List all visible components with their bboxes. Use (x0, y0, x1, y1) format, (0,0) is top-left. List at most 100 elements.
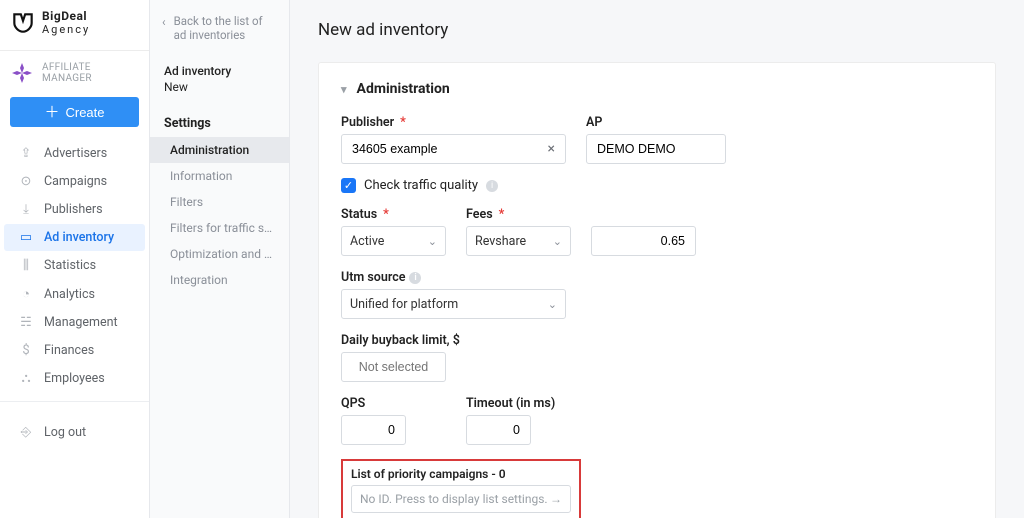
qps-input[interactable] (341, 415, 406, 445)
settings-item-filters-traffic[interactable]: Filters for traffic sour... (150, 215, 289, 241)
timeout-input[interactable] (466, 415, 531, 445)
nav-publishers[interactable]: ⤓ Publishers (4, 196, 145, 223)
settings-item-filters[interactable]: Filters (150, 189, 289, 215)
status-value: Active (350, 234, 384, 249)
chevron-down-icon: ⌄ (548, 298, 557, 311)
caret-down-icon: ▾ (341, 83, 347, 96)
nav-label: Campaigns (44, 174, 107, 189)
brand-name-1: BigDeal (42, 10, 90, 23)
utm-label: Utm source i (341, 270, 566, 285)
nav-analytics[interactable]: ◔ Analytics (4, 280, 145, 308)
settings-item-optimization[interactable]: Optimization and rules (150, 241, 289, 267)
info-icon[interactable]: i (486, 180, 498, 192)
logout-button[interactable]: ⎆ Log out (4, 419, 145, 446)
info-icon[interactable]: i (409, 272, 421, 284)
download-icon: ⤓ (18, 202, 34, 217)
target-icon: ⊙ (18, 174, 34, 189)
dbl-input[interactable] (341, 352, 446, 382)
nav-management[interactable]: ☵ Management (4, 309, 145, 336)
nav-label: Ad inventory (44, 230, 114, 245)
primary-nav: ⇪ Advertisers ⊙ Campaigns ⤓ Publishers ▭… (0, 139, 149, 393)
publisher-label: Publisher* (341, 115, 566, 130)
nav-label: Publishers (44, 202, 103, 217)
dbl-label: Daily buyback limit, $ (341, 333, 460, 348)
settings-item-administration[interactable]: Administration (150, 137, 289, 163)
priority-input[interactable]: No ID. Press to display list settings. → (351, 485, 571, 513)
chevron-down-icon: ⌄ (553, 235, 562, 248)
settings-item-information[interactable]: Information (150, 163, 289, 189)
upload-icon: ⇪ (18, 146, 34, 161)
utm-value: Unified for platform (350, 297, 458, 312)
inventory-icon: ▭ (18, 230, 34, 245)
status-label: Status* (341, 207, 446, 222)
user-role: AFFILIATE MANAGER (42, 62, 139, 84)
logout-icon: ⎆ (18, 425, 34, 440)
nav-label: Finances (44, 343, 94, 358)
settings-nav: Administration Information Filters Filte… (150, 137, 289, 293)
fees-label: Fees* (466, 207, 571, 222)
nav-label: Employees (44, 371, 105, 386)
priority-placeholder: No ID. Press to display list settings. (360, 492, 548, 506)
nav-label: Statistics (44, 258, 96, 273)
utm-select[interactable]: Unified for platform ⌄ (341, 289, 566, 319)
administration-card: ▾ Administration Publisher* × AP (318, 62, 996, 518)
ap-input[interactable] (586, 134, 726, 164)
brand-name-2: Agency (42, 24, 90, 36)
clear-publisher-icon[interactable]: × (546, 141, 557, 157)
people-icon: ⛬ (18, 371, 34, 386)
publisher-input-field[interactable] (350, 141, 546, 157)
qps-label: QPS (341, 396, 406, 411)
timeout-field[interactable] (475, 422, 522, 438)
breadcrumb-sub: New (164, 80, 275, 94)
publisher-input[interactable]: × (341, 134, 566, 164)
create-button[interactable]: ＋ Create (10, 97, 139, 127)
breadcrumb: Ad inventory New (150, 56, 289, 94)
nav-statistics[interactable]: ⫼ Statistics (4, 252, 145, 279)
plus-icon: ＋ (44, 105, 59, 120)
settings-item-integration[interactable]: Integration (150, 267, 289, 293)
fees-value: Revshare (475, 234, 526, 249)
back-link[interactable]: ‹ Back to the list of ad inventories (150, 10, 289, 56)
pie-icon: ◔ (18, 286, 34, 302)
chevron-left-icon: ‹ (162, 15, 166, 29)
check-traffic-label: Check traffic quality (364, 178, 478, 193)
check-traffic-checkbox[interactable]: ✓ (341, 178, 356, 193)
brand-block: BigDeal Agency (0, 0, 149, 51)
left-sidebar: BigDeal Agency AFFILIATE MANAGER ＋ Crea (0, 0, 150, 518)
divider (0, 401, 149, 402)
arrow-right-icon: → (550, 492, 562, 506)
nav-employees[interactable]: ⛬ Employees (4, 365, 145, 392)
dollar-icon: $ (18, 343, 34, 358)
fee-amount-field[interactable] (600, 233, 687, 249)
bars-icon: ⫼ (18, 258, 34, 273)
main-content: New ad inventory ▾ Administration Publis… (290, 0, 1024, 518)
grid-icon: ☵ (18, 315, 34, 330)
fee-amount-input[interactable] (591, 226, 696, 256)
logout-label: Log out (44, 425, 86, 440)
chevron-down-icon: ⌄ (428, 235, 437, 248)
qps-field[interactable] (350, 422, 397, 438)
breadcrumb-title: Ad inventory (164, 64, 275, 78)
nav-campaigns[interactable]: ⊙ Campaigns (4, 168, 145, 195)
section-header[interactable]: ▾ Administration (341, 81, 973, 97)
ap-label: AP (586, 115, 726, 130)
fees-select[interactable]: Revshare ⌄ (466, 226, 571, 256)
nav-label: Advertisers (44, 146, 107, 161)
user-block: AFFILIATE MANAGER (0, 51, 149, 89)
status-select[interactable]: Active ⌄ (341, 226, 446, 256)
nav-finances[interactable]: $ Finances (4, 337, 145, 364)
section-title: Administration (357, 81, 450, 97)
dbl-field[interactable] (350, 359, 437, 375)
settings-heading: Settings (150, 94, 289, 137)
nav-label: Analytics (44, 287, 95, 302)
timeout-label: Timeout (in ms) (466, 396, 555, 411)
nav-advertisers[interactable]: ⇪ Advertisers (4, 140, 145, 167)
ap-input-field[interactable] (595, 141, 717, 157)
priority-label: List of priority campaigns - 0 (351, 467, 571, 481)
back-link-label: Back to the list of ad inventories (174, 14, 277, 42)
brand-logo-icon (10, 10, 36, 36)
nav-ad-inventory[interactable]: ▭ Ad inventory (4, 224, 145, 251)
nav-label: Management (44, 315, 118, 330)
page-title: New ad inventory (318, 20, 996, 40)
avatar-icon (10, 61, 34, 85)
